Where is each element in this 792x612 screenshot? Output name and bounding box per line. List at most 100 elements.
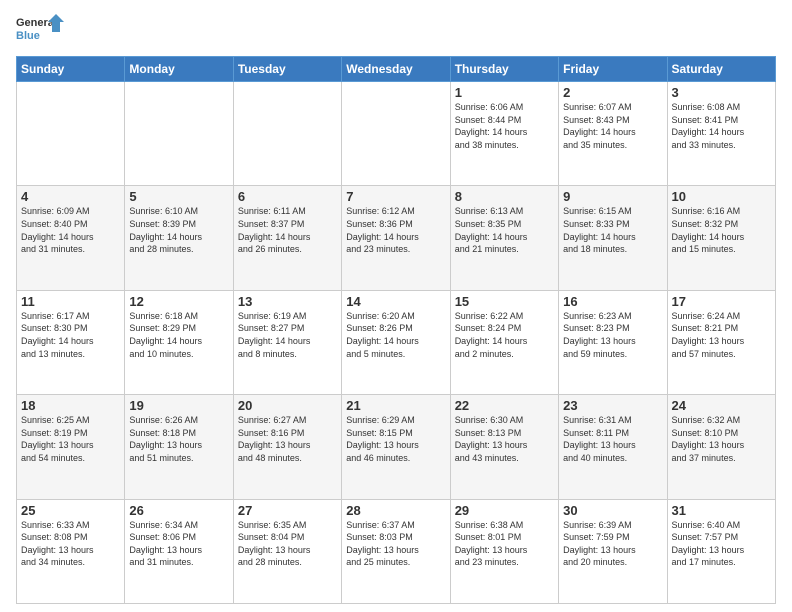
calendar-cell: 7Sunrise: 6:12 AM Sunset: 8:36 PM Daylig… (342, 186, 450, 290)
day-info: Sunrise: 6:34 AM Sunset: 8:06 PM Dayligh… (129, 519, 228, 569)
day-number: 18 (21, 398, 120, 413)
day-info: Sunrise: 6:12 AM Sunset: 8:36 PM Dayligh… (346, 205, 445, 255)
day-number: 6 (238, 189, 337, 204)
calendar-cell: 20Sunrise: 6:27 AM Sunset: 8:16 PM Dayli… (233, 395, 341, 499)
calendar-cell (342, 82, 450, 186)
calendar-cell: 11Sunrise: 6:17 AM Sunset: 8:30 PM Dayli… (17, 290, 125, 394)
day-info: Sunrise: 6:32 AM Sunset: 8:10 PM Dayligh… (672, 414, 771, 464)
calendar-cell: 2Sunrise: 6:07 AM Sunset: 8:43 PM Daylig… (559, 82, 667, 186)
day-number: 29 (455, 503, 554, 518)
calendar-cell: 13Sunrise: 6:19 AM Sunset: 8:27 PM Dayli… (233, 290, 341, 394)
day-info: Sunrise: 6:27 AM Sunset: 8:16 PM Dayligh… (238, 414, 337, 464)
header-tuesday: Tuesday (233, 57, 341, 82)
calendar-table: SundayMondayTuesdayWednesdayThursdayFrid… (16, 56, 776, 604)
day-number: 12 (129, 294, 228, 309)
calendar-cell: 6Sunrise: 6:11 AM Sunset: 8:37 PM Daylig… (233, 186, 341, 290)
calendar-cell: 30Sunrise: 6:39 AM Sunset: 7:59 PM Dayli… (559, 499, 667, 603)
day-number: 13 (238, 294, 337, 309)
header-saturday: Saturday (667, 57, 775, 82)
calendar-cell: 26Sunrise: 6:34 AM Sunset: 8:06 PM Dayli… (125, 499, 233, 603)
calendar-cell: 21Sunrise: 6:29 AM Sunset: 8:15 PM Dayli… (342, 395, 450, 499)
day-info: Sunrise: 6:17 AM Sunset: 8:30 PM Dayligh… (21, 310, 120, 360)
day-number: 16 (563, 294, 662, 309)
calendar-cell (17, 82, 125, 186)
day-number: 22 (455, 398, 554, 413)
day-info: Sunrise: 6:08 AM Sunset: 8:41 PM Dayligh… (672, 101, 771, 151)
header-wednesday: Wednesday (342, 57, 450, 82)
calendar-cell: 14Sunrise: 6:20 AM Sunset: 8:26 PM Dayli… (342, 290, 450, 394)
day-number: 28 (346, 503, 445, 518)
day-info: Sunrise: 6:40 AM Sunset: 7:57 PM Dayligh… (672, 519, 771, 569)
day-number: 30 (563, 503, 662, 518)
calendar-cell: 12Sunrise: 6:18 AM Sunset: 8:29 PM Dayli… (125, 290, 233, 394)
week-row-1: 1Sunrise: 6:06 AM Sunset: 8:44 PM Daylig… (17, 82, 776, 186)
calendar-cell: 16Sunrise: 6:23 AM Sunset: 8:23 PM Dayli… (559, 290, 667, 394)
day-number: 5 (129, 189, 228, 204)
day-info: Sunrise: 6:24 AM Sunset: 8:21 PM Dayligh… (672, 310, 771, 360)
day-info: Sunrise: 6:35 AM Sunset: 8:04 PM Dayligh… (238, 519, 337, 569)
day-info: Sunrise: 6:33 AM Sunset: 8:08 PM Dayligh… (21, 519, 120, 569)
day-number: 14 (346, 294, 445, 309)
header-sunday: Sunday (17, 57, 125, 82)
calendar-cell: 23Sunrise: 6:31 AM Sunset: 8:11 PM Dayli… (559, 395, 667, 499)
day-number: 19 (129, 398, 228, 413)
calendar-cell: 29Sunrise: 6:38 AM Sunset: 8:01 PM Dayli… (450, 499, 558, 603)
day-number: 3 (672, 85, 771, 100)
day-info: Sunrise: 6:07 AM Sunset: 8:43 PM Dayligh… (563, 101, 662, 151)
day-number: 17 (672, 294, 771, 309)
calendar-cell: 22Sunrise: 6:30 AM Sunset: 8:13 PM Dayli… (450, 395, 558, 499)
page-header: General Blue (16, 12, 776, 48)
day-info: Sunrise: 6:31 AM Sunset: 8:11 PM Dayligh… (563, 414, 662, 464)
day-number: 27 (238, 503, 337, 518)
week-row-3: 11Sunrise: 6:17 AM Sunset: 8:30 PM Dayli… (17, 290, 776, 394)
day-number: 26 (129, 503, 228, 518)
day-number: 9 (563, 189, 662, 204)
calendar-cell: 25Sunrise: 6:33 AM Sunset: 8:08 PM Dayli… (17, 499, 125, 603)
day-info: Sunrise: 6:25 AM Sunset: 8:19 PM Dayligh… (21, 414, 120, 464)
day-number: 20 (238, 398, 337, 413)
calendar-cell: 17Sunrise: 6:24 AM Sunset: 8:21 PM Dayli… (667, 290, 775, 394)
calendar-cell: 9Sunrise: 6:15 AM Sunset: 8:33 PM Daylig… (559, 186, 667, 290)
header-thursday: Thursday (450, 57, 558, 82)
day-info: Sunrise: 6:30 AM Sunset: 8:13 PM Dayligh… (455, 414, 554, 464)
day-info: Sunrise: 6:26 AM Sunset: 8:18 PM Dayligh… (129, 414, 228, 464)
day-info: Sunrise: 6:09 AM Sunset: 8:40 PM Dayligh… (21, 205, 120, 255)
calendar-cell: 19Sunrise: 6:26 AM Sunset: 8:18 PM Dayli… (125, 395, 233, 499)
calendar-cell: 8Sunrise: 6:13 AM Sunset: 8:35 PM Daylig… (450, 186, 558, 290)
day-info: Sunrise: 6:23 AM Sunset: 8:23 PM Dayligh… (563, 310, 662, 360)
day-number: 1 (455, 85, 554, 100)
day-number: 7 (346, 189, 445, 204)
calendar-cell: 1Sunrise: 6:06 AM Sunset: 8:44 PM Daylig… (450, 82, 558, 186)
calendar-cell: 3Sunrise: 6:08 AM Sunset: 8:41 PM Daylig… (667, 82, 775, 186)
calendar-cell: 27Sunrise: 6:35 AM Sunset: 8:04 PM Dayli… (233, 499, 341, 603)
calendar-cell (233, 82, 341, 186)
day-number: 10 (672, 189, 771, 204)
week-row-2: 4Sunrise: 6:09 AM Sunset: 8:40 PM Daylig… (17, 186, 776, 290)
day-info: Sunrise: 6:19 AM Sunset: 8:27 PM Dayligh… (238, 310, 337, 360)
calendar-cell: 4Sunrise: 6:09 AM Sunset: 8:40 PM Daylig… (17, 186, 125, 290)
header-friday: Friday (559, 57, 667, 82)
day-info: Sunrise: 6:29 AM Sunset: 8:15 PM Dayligh… (346, 414, 445, 464)
day-info: Sunrise: 6:37 AM Sunset: 8:03 PM Dayligh… (346, 519, 445, 569)
day-info: Sunrise: 6:22 AM Sunset: 8:24 PM Dayligh… (455, 310, 554, 360)
header-monday: Monday (125, 57, 233, 82)
day-info: Sunrise: 6:39 AM Sunset: 7:59 PM Dayligh… (563, 519, 662, 569)
day-number: 15 (455, 294, 554, 309)
calendar-cell: 24Sunrise: 6:32 AM Sunset: 8:10 PM Dayli… (667, 395, 775, 499)
day-number: 31 (672, 503, 771, 518)
day-number: 23 (563, 398, 662, 413)
logo-svg: General Blue (16, 12, 64, 48)
calendar-cell: 18Sunrise: 6:25 AM Sunset: 8:19 PM Dayli… (17, 395, 125, 499)
day-info: Sunrise: 6:38 AM Sunset: 8:01 PM Dayligh… (455, 519, 554, 569)
day-number: 21 (346, 398, 445, 413)
week-row-5: 25Sunrise: 6:33 AM Sunset: 8:08 PM Dayli… (17, 499, 776, 603)
calendar-cell: 10Sunrise: 6:16 AM Sunset: 8:32 PM Dayli… (667, 186, 775, 290)
calendar-header-row: SundayMondayTuesdayWednesdayThursdayFrid… (17, 57, 776, 82)
day-number: 11 (21, 294, 120, 309)
calendar-cell: 31Sunrise: 6:40 AM Sunset: 7:57 PM Dayli… (667, 499, 775, 603)
week-row-4: 18Sunrise: 6:25 AM Sunset: 8:19 PM Dayli… (17, 395, 776, 499)
calendar-cell: 28Sunrise: 6:37 AM Sunset: 8:03 PM Dayli… (342, 499, 450, 603)
day-number: 4 (21, 189, 120, 204)
day-number: 24 (672, 398, 771, 413)
day-number: 8 (455, 189, 554, 204)
